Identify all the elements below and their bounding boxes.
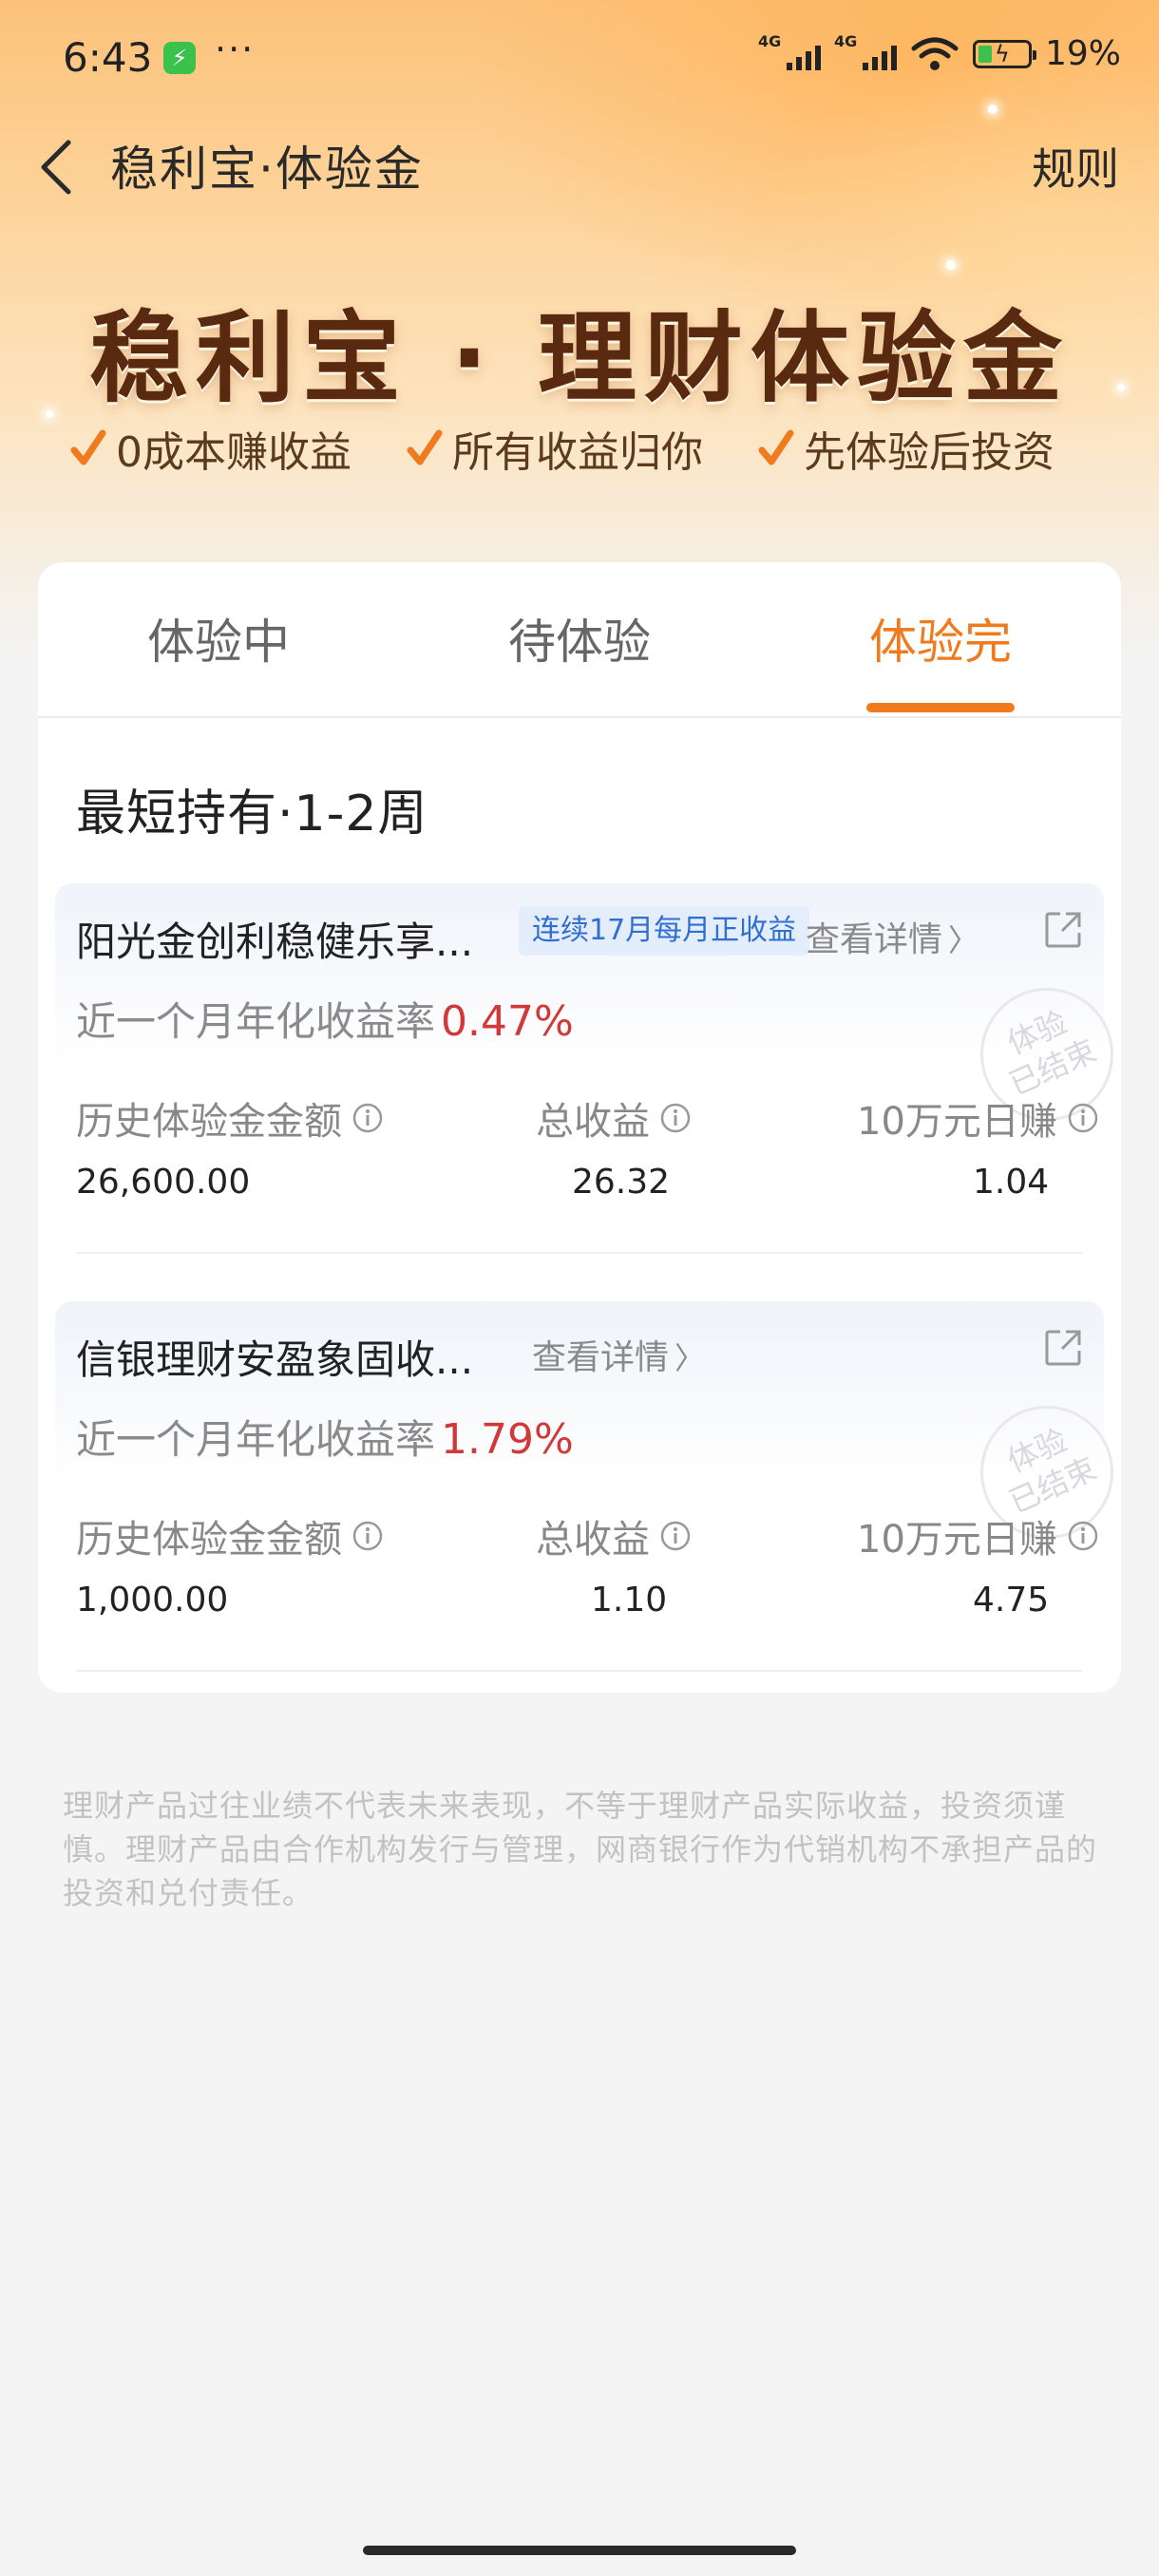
feature-item: 0成本赚收益 [70,418,352,479]
checkmark-icon [407,429,443,465]
external-link-icon[interactable] [1043,910,1083,950]
performance-tag: 连续17月每月正收益 [519,906,810,956]
divider [76,1670,1083,1672]
yield-rate: 近一个月年化收益率 1.79% [76,1408,574,1466]
checkmark-icon [70,429,106,465]
view-details-link[interactable]: 查看详情〉 [532,1330,705,1379]
home-indicator[interactable] [363,2546,796,2555]
sparkle [946,260,956,270]
view-details-label: 查看详情 [532,1338,670,1377]
cellular-signal-icon: 4G [834,32,897,70]
wifi-icon [911,37,959,70]
info-icon[interactable] [659,1102,692,1134]
battery-percent: 19% [1044,34,1121,73]
external-link-icon[interactable] [1043,1328,1083,1368]
stat-label-daily-earning: 10万元日赚 [857,1508,1099,1563]
view-details-label: 查看详情 [806,920,943,959]
hero-title: 稳利宝 · 理财体验金 [89,300,1070,416]
section-title: 最短持有·1-2周 [76,786,428,843]
cellular-signal-icon: 4G [758,32,821,70]
back-arrow-icon[interactable] [38,139,74,196]
feature-list: 0成本赚收益 所有收益归你 先体验后投资 [70,418,1054,479]
tab-completed[interactable]: 体验完 [798,604,1083,672]
info-icon[interactable] [1067,1520,1099,1552]
stat-label-history-amount: 历史体验金金额 [76,1090,384,1146]
info-icon[interactable] [352,1102,384,1134]
chevron-right-icon: 〉 [674,1340,706,1376]
status-indicators: 4G 4G ϟ 19% [758,32,1121,74]
feature-label: 0成本赚收益 [116,428,352,477]
yield-rate-value: 1.79% [441,1415,574,1464]
rules-link[interactable]: 规则 [1032,135,1119,198]
view-details-link[interactable]: 查看详情〉 [806,912,978,961]
sparkle [988,104,998,114]
page-title: 稳利宝·体验金 [110,142,424,197]
stat-value-history-amount: 26,600.00 [76,1163,251,1202]
status-time: 6:43 [63,34,153,81]
stat-label-history-amount: 历史体验金金额 [76,1508,384,1563]
stat-label-total-earnings: 总收益 [536,1508,692,1563]
risk-disclaimer: 理财产品过往业绩不代表未来表现，不等于理财产品实际收益，投资须谨慎。理财产品由合… [63,1788,1098,1911]
yield-rate-value: 0.47% [441,997,574,1046]
info-icon[interactable] [1067,1102,1099,1134]
yield-rate-label: 近一个月年化收益率 [76,1416,436,1463]
stat-value-daily-earning: 1.04 [973,1163,1050,1202]
feature-item: 所有收益归你 [407,418,703,479]
feature-label: 先体验后投资 [804,428,1054,477]
battery-icon: ϟ [972,39,1036,68]
product-name: 阳光金创利稳健乐享... [76,919,474,965]
stat-value-total-earnings: 1.10 [591,1581,668,1619]
info-icon[interactable] [659,1520,692,1552]
info-icon[interactable] [352,1520,384,1552]
stat-label-total-earnings: 总收益 [536,1090,692,1146]
experience-card: 体验中 待体验 体验完 最短持有·1-2周 阳光金创利稳健乐享... 连续17月… [38,562,1135,1693]
tab-in-progress[interactable]: 体验中 [76,604,361,672]
yield-rate: 近一个月年化收益率 0.47% [76,990,574,1048]
divider [76,1252,1083,1254]
stat-value-total-earnings: 26.32 [572,1163,671,1202]
chevron-right-icon: 〉 [948,922,979,958]
stat-value-history-amount: 1,000.00 [76,1581,229,1619]
yield-rate-label: 近一个月年化收益率 [76,998,436,1045]
stat-label-daily-earning: 10万元日赚 [857,1090,1099,1146]
status-more-icon: ··· [215,28,256,70]
product-card[interactable]: 阳光金创利稳健乐享... 连续17月每月正收益 查看详情〉 近一个月年化收益率 0… [55,883,1135,1254]
product-name: 信银理财安盈象固收... [76,1336,474,1383]
tab-pending[interactable]: 待体验 [437,604,722,672]
checkmark-icon [758,429,794,465]
feature-label: 所有收益归你 [452,428,703,477]
product-card[interactable]: 信银理财安盈象固收... 查看详情〉 近一个月年化收益率 1.79% 体验 已结束 … [55,1301,1135,1672]
feature-item: 先体验后投资 [758,418,1054,479]
stat-value-daily-earning: 4.75 [973,1581,1050,1619]
tab-bar: 体验中 待体验 体验完 [38,562,1121,718]
active-tab-indicator [866,703,1015,712]
charging-app-icon: ⚡ [163,42,196,74]
